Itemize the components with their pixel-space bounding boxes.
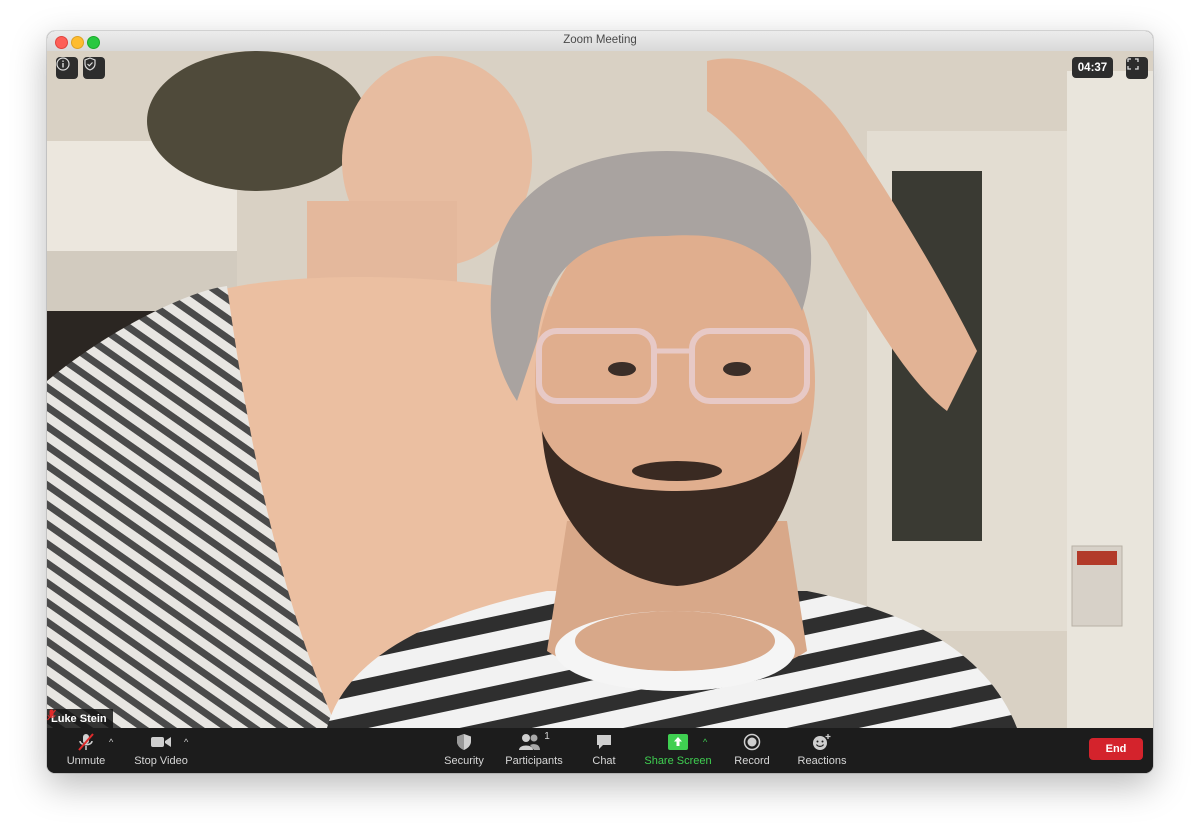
meeting-timer: 04:37 [1072, 57, 1113, 78]
end-meeting-button[interactable]: End [1089, 738, 1143, 760]
chat-button[interactable]: Chat [587, 731, 621, 771]
window-title: Zoom Meeting [563, 34, 637, 46]
participants-icon [519, 734, 541, 750]
record-label: Record [734, 755, 770, 767]
security-shield-icon [457, 734, 471, 750]
reactions-label: Reactions [797, 755, 847, 767]
video-frame-image [47, 51, 1153, 728]
audio-options-caret-icon[interactable]: ^ [109, 737, 113, 747]
participants-button[interactable]: 1 Participants [504, 731, 564, 771]
record-button[interactable]: Record [732, 731, 772, 771]
share-options-caret-icon[interactable]: ^ [703, 737, 707, 747]
security-label: Security [444, 755, 484, 767]
reactions-smiley-icon [813, 734, 831, 750]
video-camera-icon [151, 737, 171, 747]
participant-name: Luke Stein [51, 712, 107, 725]
stop-video-button[interactable]: Stop Video [133, 731, 189, 771]
meeting-info-button[interactable] [56, 57, 78, 79]
zoom-window: Zoom Meeting 04:37 Luke Stein Unmute ^ S… [47, 31, 1153, 773]
stop-video-label: Stop Video [134, 755, 188, 767]
chat-label: Chat [592, 755, 616, 767]
chat-bubble-icon [597, 735, 611, 749]
title-bar: Zoom Meeting [47, 31, 1153, 52]
muted-microphone-icon [78, 733, 94, 751]
participants-count: 1 [544, 731, 550, 742]
shield-check-icon [84, 57, 96, 71]
share-screen-icon [668, 734, 688, 750]
reactions-button[interactable]: Reactions [796, 731, 848, 771]
share-screen-label: Share Screen [644, 755, 712, 767]
muted-mic-icon [47, 709, 56, 721]
video-feed: 04:37 Luke Stein [47, 51, 1153, 728]
fullscreen-icon [1127, 58, 1139, 70]
info-icon [56, 57, 70, 71]
unmute-label: Unmute [66, 755, 106, 767]
meeting-toolbar: Unmute ^ Stop Video ^ Security 1 Partici… [47, 728, 1153, 773]
unmute-button[interactable]: Unmute [65, 731, 107, 771]
encryption-button[interactable] [83, 57, 105, 79]
participants-label: Participants [505, 755, 563, 767]
record-icon [743, 733, 761, 751]
security-button[interactable]: Security [443, 731, 485, 771]
video-options-caret-icon[interactable]: ^ [184, 737, 188, 747]
fullscreen-button[interactable] [1126, 57, 1148, 79]
participant-name-tag: Luke Stein [47, 709, 113, 728]
